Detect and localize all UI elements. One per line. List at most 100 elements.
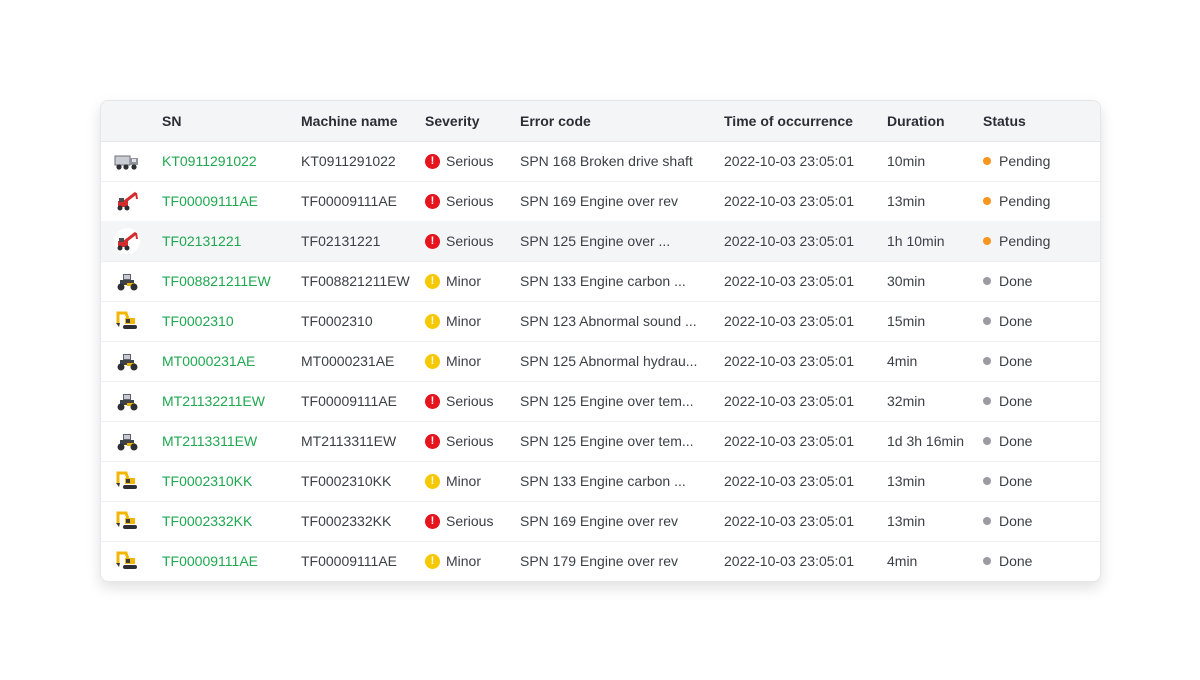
status-label: Done <box>999 353 1033 369</box>
status-label: Done <box>999 393 1033 409</box>
status-label: Pending <box>999 153 1051 169</box>
severity-label: Serious <box>446 233 494 249</box>
header-duration[interactable]: Duration <box>887 101 945 141</box>
duration: 30min <box>887 273 926 289</box>
exclamation-icon: ! <box>425 473 440 489</box>
duration: 1h 10min <box>887 233 945 249</box>
reach-stacker-icon <box>113 181 141 221</box>
error-code: SPN 125 Engine over ... <box>520 233 671 249</box>
header-status[interactable]: Status <box>983 101 1026 141</box>
status-dot-icon <box>983 157 991 165</box>
header-severity[interactable]: Severity <box>425 101 479 141</box>
severity-cell: ! Serious <box>425 181 493 221</box>
table-row[interactable]: TF02131221 TF02131221! Serious SPN 125 Engi… <box>101 221 1100 262</box>
table-row[interactable]: TF00009111AE TF00009111AE! Serious SPN 169 … <box>101 181 1100 222</box>
status-cell: Done <box>983 341 1032 381</box>
sn-link[interactable]: KT0911291022 <box>162 141 257 181</box>
status-cell: Pending <box>983 141 1050 181</box>
error-code: SPN 125 Engine over tem... <box>520 433 694 449</box>
exclamation-icon: ! <box>425 313 440 329</box>
machine-name: TF00009111AE <box>301 193 397 209</box>
sn-link[interactable]: MT21132211EW <box>162 381 265 421</box>
time-of-occurrence: 2022-10-03 23:05:01 <box>724 153 854 169</box>
time-of-occurrence: 2022-10-03 23:05:01 <box>724 433 854 449</box>
exclamation-icon: ! <box>425 353 440 369</box>
table-row[interactable]: MT2113311EW MT2113311EW! Serious SPN 125 En… <box>101 421 1100 462</box>
time-of-occurrence: 2022-10-03 23:05:01 <box>724 273 854 289</box>
header-sn[interactable]: SN <box>162 101 181 141</box>
severity-cell: ! Minor <box>425 261 481 301</box>
error-code: SPN 133 Engine carbon ... <box>520 473 686 489</box>
table-row[interactable]: TF008821211EW TF008821211EW! Minor SPN 133 … <box>101 261 1100 302</box>
status-cell: Done <box>983 501 1032 541</box>
status-label: Done <box>999 313 1033 329</box>
table-row[interactable]: KT0911291022 KT0911291022! Serious SPN 168 … <box>101 141 1100 182</box>
roller-icon <box>113 261 141 301</box>
time-of-occurrence: 2022-10-03 23:05:01 <box>724 393 854 409</box>
status-label: Pending <box>999 233 1051 249</box>
table-row[interactable]: TF00009111AE TF00009111AE! Minor SPN 179 En… <box>101 541 1100 581</box>
time-of-occurrence: 2022-10-03 23:05:01 <box>724 313 854 329</box>
status-dot-icon <box>983 237 991 245</box>
duration: 13min <box>887 473 926 489</box>
status-dot-icon <box>983 317 991 325</box>
status-dot-icon <box>983 277 991 285</box>
roller-icon <box>113 421 141 461</box>
status-cell: Done <box>983 261 1032 301</box>
sn-link[interactable]: TF0002310KK <box>162 461 252 501</box>
duration: 10min <box>887 153 926 169</box>
severity-label: Minor <box>446 473 482 489</box>
sn-link[interactable]: TF02131221 <box>162 221 241 261</box>
table-row[interactable]: TF0002310KK TF0002310KK! Minor SPN 133 Engi… <box>101 461 1100 502</box>
header-error-code[interactable]: Error code <box>520 101 591 141</box>
severity-cell: ! Serious <box>425 421 493 461</box>
time-of-occurrence: 2022-10-03 23:05:01 <box>724 193 854 209</box>
sn-link[interactable]: TF008821211EW <box>162 261 271 301</box>
sn-link[interactable]: TF00009111AE <box>162 541 258 581</box>
status-cell: Pending <box>983 181 1050 221</box>
severity-cell: ! Serious <box>425 221 493 261</box>
sn-link[interactable]: TF0002332KK <box>162 501 252 541</box>
machine-name: TF0002310KK <box>301 473 392 489</box>
status-label: Done <box>999 553 1033 569</box>
machine-name: MT0000231AE <box>301 353 395 369</box>
severity-cell: ! Minor <box>425 341 481 381</box>
severity-cell: ! Minor <box>425 301 481 341</box>
sn-link[interactable]: TF00009111AE <box>162 181 258 221</box>
sn-link[interactable]: MT2113311EW <box>162 421 257 461</box>
exclamation-icon: ! <box>425 433 440 449</box>
severity-label: Minor <box>446 273 482 289</box>
severity-cell: ! Serious <box>425 501 493 541</box>
severity-label: Serious <box>446 193 494 209</box>
time-of-occurrence: 2022-10-03 23:05:01 <box>724 553 854 569</box>
exclamation-icon: ! <box>425 273 440 289</box>
table-row[interactable]: TF0002332KK TF0002332KK! Serious SPN 169 En… <box>101 501 1100 542</box>
duration: 1d 3h 16min <box>887 433 965 449</box>
duration: 15min <box>887 313 926 329</box>
machine-name: TF0002332KK <box>301 513 392 529</box>
severity-cell: ! Serious <box>425 381 493 421</box>
header-time-of-occurrence[interactable]: Time of occurrence <box>724 101 853 141</box>
roller-icon <box>113 381 141 421</box>
table-row[interactable]: MT0000231AE MT0000231AE! Minor SPN 125 Abno… <box>101 341 1100 382</box>
header-machine-name[interactable]: Machine name <box>301 101 397 141</box>
machine-name: MT2113311EW <box>301 433 397 449</box>
table-row[interactable]: MT21132211EW TF00009111AE! Serious SPN 125 … <box>101 381 1100 422</box>
severity-label: Serious <box>446 153 494 169</box>
time-of-occurrence: 2022-10-03 23:05:01 <box>724 233 854 249</box>
machine-name: KT0911291022 <box>301 153 396 169</box>
status-dot-icon <box>983 477 991 485</box>
time-of-occurrence: 2022-10-03 23:05:01 <box>724 353 854 369</box>
duration: 4min <box>887 353 918 369</box>
sn-link[interactable]: MT0000231AE <box>162 341 255 381</box>
sn-link[interactable]: TF0002310 <box>162 301 234 341</box>
table-row[interactable]: TF0002310 TF0002310! Minor SPN 123 Abnormal… <box>101 301 1100 342</box>
exclamation-icon: ! <box>425 233 440 249</box>
status-cell: Done <box>983 421 1032 461</box>
duration: 13min <box>887 513 926 529</box>
machine-name: TF00009111AE <box>301 553 397 569</box>
severity-label: Serious <box>446 433 494 449</box>
status-label: Done <box>999 273 1033 289</box>
severity-label: Serious <box>446 513 494 529</box>
status-cell: Done <box>983 541 1032 581</box>
